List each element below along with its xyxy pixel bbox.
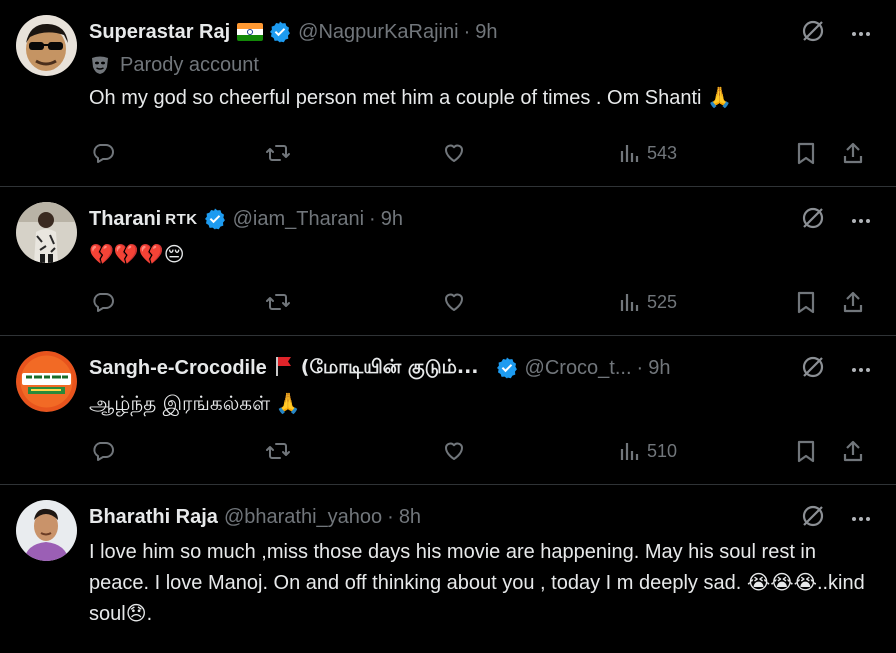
like-icon[interactable] [442,439,466,463]
grok-icon[interactable] [800,18,826,49]
avatar[interactable] [16,15,77,76]
grok-icon[interactable] [800,503,826,534]
verified-icon [203,207,227,231]
verified-icon [495,356,519,380]
tweet[interactable]: Superastar Raj @NagpurKaRajini · 9h Paro… [0,0,896,187]
grok-icon[interactable] [800,354,826,385]
tweet[interactable]: Tharani RTK @iam_Tharani · 9h 💔💔💔😔 525 [0,187,896,336]
tweet-text: I love him so much ,miss those days his … [89,541,865,625]
tweet-text: Oh my god so cheerful person met him a c… [89,85,732,109]
share-icon[interactable] [841,290,865,314]
verified-icon [268,20,292,44]
handle[interactable]: @Croco_t... [525,357,632,380]
reply-feed: Superastar Raj @NagpurKaRajini · 9h Paro… [0,0,896,653]
reply-icon[interactable] [91,141,115,165]
views-icon [620,443,639,460]
folded-hands-emoji: 🙏 [275,391,301,415]
name-badge: RTK [165,210,198,228]
parody-label: Parody account [120,53,259,76]
timestamp[interactable]: 9h [648,357,670,380]
handle[interactable]: @bharathi_yahoo [224,506,382,529]
tweet-text: ஆழ்ந்த இரங்கல்கள் 🙏 [89,391,301,415]
disappointed-emoji: 😞 [125,601,147,625]
handle[interactable]: @NagpurKaRajini [298,21,458,44]
reply-icon[interactable] [91,439,115,463]
crying-emoji: 😭😭😭 [746,570,817,594]
share-icon[interactable] [841,141,865,165]
repost-icon[interactable] [265,290,291,314]
avatar[interactable] [16,351,77,412]
reply-icon[interactable] [91,290,115,314]
broken-heart-emoji: 💔💔💔😔 [89,242,185,266]
tweet[interactable]: Sangh-e-Crocodile (மோடியின் குடும்... @C… [0,336,896,485]
views-icon [620,294,639,311]
views-count: 543 [647,142,678,163]
more-icon[interactable] [852,516,870,521]
more-icon[interactable] [852,31,870,36]
views-icon [620,145,639,162]
views-button[interactable]: 543 [619,142,677,164]
flag-india-icon [237,23,264,41]
views-button[interactable]: 525 [619,291,677,313]
views-button[interactable]: 510 [619,440,677,462]
bookmark-icon[interactable] [795,290,817,314]
folded-hands-emoji: 🙏 [707,85,732,109]
timestamp[interactable]: 9h [381,208,403,231]
red-flag-icon [273,354,295,383]
grok-icon[interactable] [800,205,826,236]
like-icon[interactable] [442,290,466,314]
more-icon[interactable] [852,218,870,223]
timestamp[interactable]: 8h [399,506,421,529]
display-name[interactable]: Tharani [89,208,161,231]
tweet-text: 💔💔💔😔 [89,239,880,270]
display-name[interactable]: Sangh-e-Crocodile [89,357,267,380]
handle[interactable]: @iam_Tharani [233,208,364,231]
display-name[interactable]: Superastar Raj [89,21,230,44]
timestamp[interactable]: 9h [475,21,497,44]
like-icon[interactable] [442,141,466,165]
views-count: 525 [647,291,678,312]
views-count: 510 [647,440,678,461]
repost-icon[interactable] [265,439,291,463]
display-name-tamil[interactable]: (மோடியின் குடும்... [301,356,479,381]
display-name[interactable]: Bharathi Raja [89,506,218,529]
repost-icon[interactable] [265,141,291,165]
avatar[interactable] [16,500,77,561]
avatar[interactable] [16,202,77,263]
tweet[interactable]: Bharathi Raja @bharathi_yahoo · 8h I lov… [0,485,896,653]
mask-icon [89,54,111,76]
bookmark-icon[interactable] [795,141,817,165]
bookmark-icon[interactable] [795,439,817,463]
share-icon[interactable] [841,439,865,463]
more-icon[interactable] [852,367,870,372]
